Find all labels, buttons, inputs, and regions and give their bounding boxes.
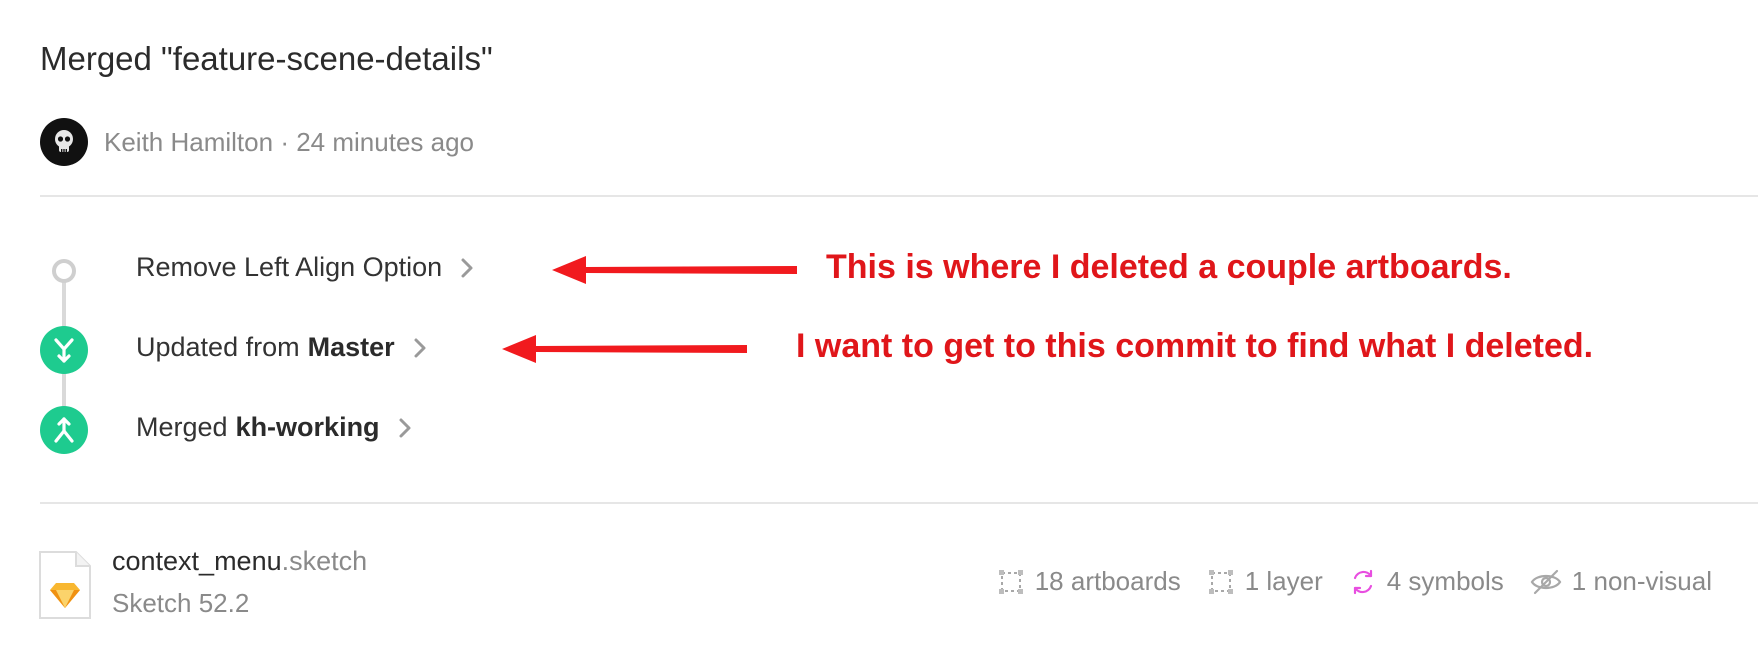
small-circle-icon bbox=[52, 259, 76, 283]
divider-bottom bbox=[40, 502, 1758, 504]
sketch-file-icon[interactable] bbox=[38, 550, 92, 620]
file-name[interactable]: context_menu.sketch bbox=[112, 546, 367, 577]
branch-name: kh-working bbox=[235, 412, 380, 442]
meta-separator: · bbox=[280, 126, 289, 157]
page-title: Merged "feature-scene-details" bbox=[40, 40, 493, 77]
stat-label: 1 non-visual bbox=[1571, 566, 1712, 596]
stat-label: 4 symbols bbox=[1386, 566, 1504, 596]
chevron-right-icon bbox=[398, 417, 412, 439]
stat-layers: 1 layer bbox=[1207, 566, 1323, 597]
chevron-right-icon bbox=[460, 257, 474, 279]
commit-item[interactable]: Merged kh-working bbox=[136, 412, 412, 443]
annotation-text: I want to get to this commit to find wha… bbox=[796, 327, 1594, 365]
skull-icon bbox=[55, 130, 73, 152]
divider-top bbox=[40, 195, 1758, 197]
branch-name: Master bbox=[307, 332, 395, 362]
avatar[interactable] bbox=[40, 118, 88, 166]
annotation-arrow bbox=[502, 335, 747, 363]
author-row: Keith Hamilton · 24 minutes ago bbox=[40, 118, 474, 166]
stat-label: 18 artboards bbox=[1034, 566, 1181, 596]
layer-icon bbox=[1208, 569, 1233, 594]
symbol-sync-icon bbox=[1353, 569, 1372, 594]
annotation-text: This is where I deleted a couple artboar… bbox=[826, 248, 1512, 286]
commit-label: Updated from bbox=[136, 332, 300, 362]
commit-time: 24 minutes ago bbox=[296, 126, 475, 157]
file-stats: 18 artboards 1 layer 4 symbols 1 non-vis… bbox=[971, 566, 1712, 597]
eye-off-icon bbox=[1530, 569, 1562, 594]
file-extension: .sketch bbox=[281, 546, 368, 576]
stat-artboards: 18 artboards bbox=[997, 566, 1181, 597]
commit-label: Merged bbox=[136, 412, 228, 442]
stat-nonvisual: 1 non-visual bbox=[1530, 566, 1712, 597]
stat-symbols: 4 symbols bbox=[1349, 566, 1504, 597]
merge-up-icon bbox=[40, 406, 88, 454]
file-version: Sketch 52.2 bbox=[112, 588, 250, 618]
commit-label: Remove Left Align Option bbox=[136, 252, 443, 282]
commit-item[interactable]: Updated from Master bbox=[136, 332, 427, 363]
file-basename: context_menu bbox=[112, 546, 282, 576]
author-name[interactable]: Keith Hamilton bbox=[104, 127, 273, 157]
annotation-arrow bbox=[552, 256, 797, 284]
artboard-icon bbox=[998, 569, 1023, 594]
merge-down-icon bbox=[40, 326, 88, 374]
stat-label: 1 layer bbox=[1244, 566, 1323, 596]
chevron-right-icon bbox=[413, 337, 427, 359]
commit-item[interactable]: Remove Left Align Option bbox=[136, 252, 474, 283]
author-meta: Keith Hamilton · 24 minutes ago bbox=[104, 127, 474, 158]
